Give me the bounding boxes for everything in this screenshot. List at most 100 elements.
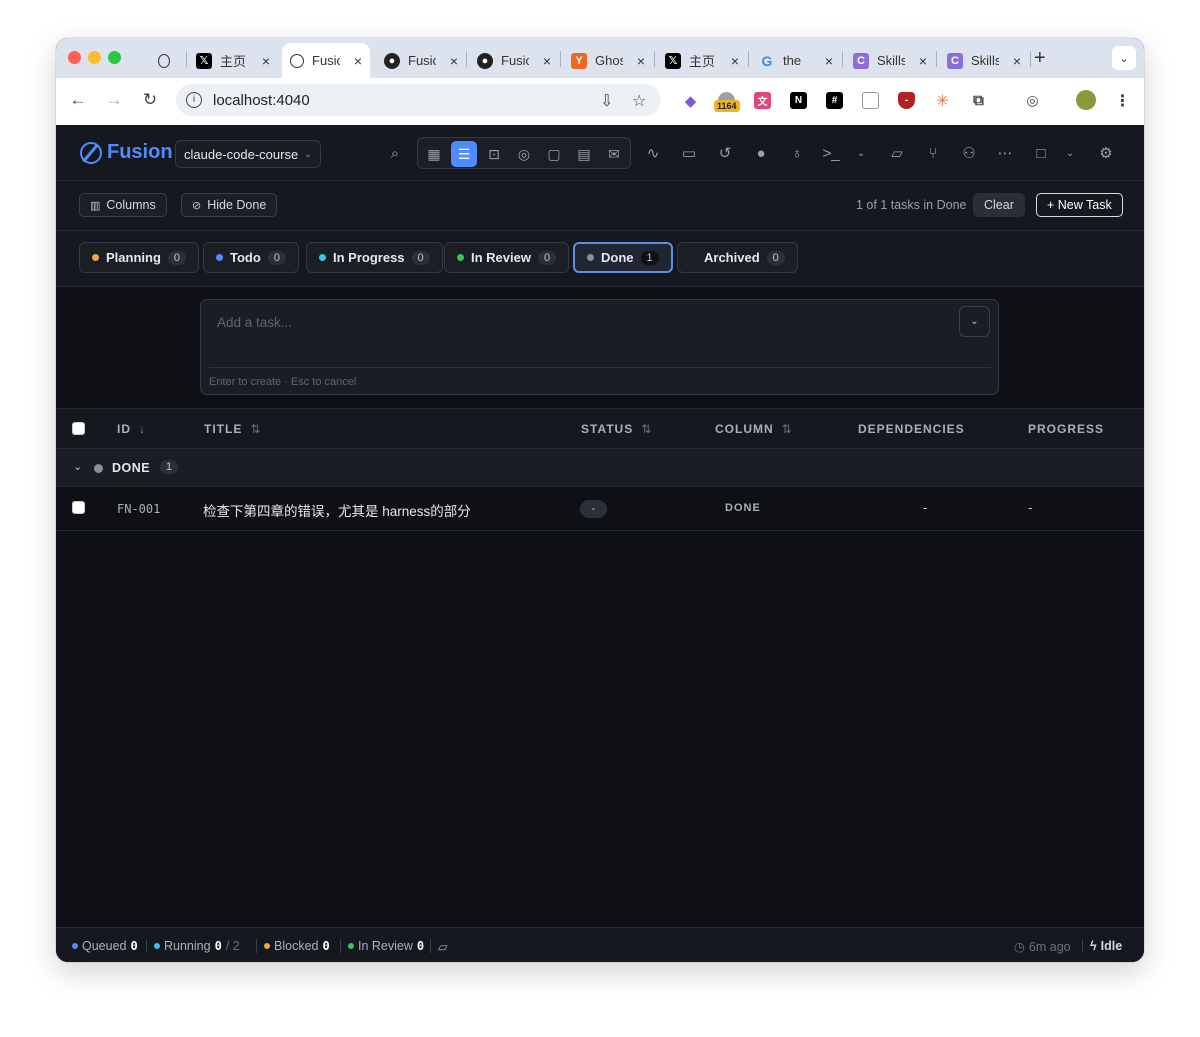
browser-menu-icon[interactable]: ⋮ <box>1114 92 1131 110</box>
goals-view-icon[interactable]: ◎ <box>511 141 537 167</box>
task-id[interactable]: FN-001 <box>117 502 160 516</box>
tab-close-icon[interactable]: × <box>731 53 739 69</box>
composer-hint: Enter to create · Esc to cancel <box>209 376 357 388</box>
tab-in-review[interactable]: In Review 0 <box>444 242 570 273</box>
extension-translate-icon[interactable]: 文 <box>754 92 771 109</box>
engine-state[interactable]: ϟ Idle <box>1090 939 1122 953</box>
project-selector[interactable]: claude-code-course ⌄ <box>175 140 321 168</box>
clear-filter-button[interactable]: Clear <box>973 193 1025 217</box>
activity-icon[interactable]: ∿ <box>644 144 662 162</box>
app-logo[interactable]: Fusion <box>107 141 173 164</box>
chevron-down-icon[interactable]: ⌄ <box>1061 144 1079 162</box>
eye-off-icon: ⊘ <box>192 199 202 212</box>
tab-done[interactable]: Done 1 <box>573 242 673 273</box>
table-row[interactable]: FN-001 检查下第四章的错误，尤其是 harness的部分 - DONE -… <box>56 487 1144 531</box>
filter-summary: 1 of 1 tasks in Done <box>856 198 967 212</box>
tab-close-icon[interactable]: × <box>450 53 458 69</box>
folder-icon[interactable]: ▱ <box>438 939 448 954</box>
extension-shield-icon[interactable]: - <box>898 92 915 109</box>
task-title[interactable]: 检查下第四章的错误，尤其是 harness的部分 <box>203 500 471 520</box>
agents-view-icon[interactable]: ⊡ <box>481 141 507 167</box>
settings-icon[interactable]: ⚙ <box>1097 144 1115 162</box>
tab-close-icon[interactable]: × <box>919 53 927 69</box>
tab-x-2[interactable]: 𝕏 主页 × <box>657 43 747 78</box>
tab-google[interactable]: G the × <box>751 43 841 78</box>
more-icon[interactable]: ⋯ <box>996 144 1014 162</box>
tab-close-icon[interactable]: × <box>354 53 362 69</box>
tab-close-icon[interactable]: × <box>1013 53 1021 69</box>
header-column[interactable]: COLUMN ⇅ <box>715 422 793 436</box>
git-branch-icon[interactable]: ⑂ <box>924 144 942 162</box>
tab-skills-2[interactable]: C Skills × <box>939 43 1029 78</box>
panel-icon[interactable]: □ <box>1032 144 1050 162</box>
minimize-window-button[interactable] <box>88 51 101 64</box>
chevron-down-icon[interactable]: ⌄ <box>73 460 82 473</box>
tab-planning[interactable]: Planning 0 <box>79 242 200 273</box>
header-id[interactable]: ID ↓ <box>117 422 146 436</box>
profile-avatar[interactable] <box>1076 90 1096 110</box>
columns-icon: ▥ <box>90 199 101 212</box>
monitor-icon[interactable]: ▭ <box>680 144 698 162</box>
tab-ghost[interactable]: Y Ghost × <box>563 43 653 78</box>
maximize-window-button[interactable] <box>108 51 121 64</box>
search-icon[interactable]: ⌕ <box>386 144 404 162</box>
tab-github-1[interactable]: ● Fusion × <box>376 43 466 78</box>
terminal-icon[interactable]: >_ <box>822 144 840 162</box>
quick-add-task[interactable]: Add a task... ⌄ Enter to create · Esc to… <box>200 299 999 395</box>
url-text[interactable]: localhost:4040 <box>213 92 310 109</box>
install-app-icon[interactable]: ⇩ <box>600 91 613 111</box>
address-bar[interactable]: i localhost:4040 ⇩ ☆ <box>176 84 661 116</box>
options-dropdown-button[interactable]: ⌄ <box>959 306 990 337</box>
extension-crystal-icon[interactable]: ◆ <box>682 92 699 110</box>
extension-notion-icon[interactable]: N <box>790 92 807 109</box>
history-icon[interactable]: ↺ <box>716 144 734 162</box>
row-checkbox[interactable] <box>72 501 85 514</box>
tab-skills-1[interactable]: C Skills × <box>845 43 935 78</box>
site-info-icon[interactable]: i <box>186 92 202 108</box>
task-input-placeholder[interactable]: Add a task... <box>217 315 292 330</box>
select-all-checkbox[interactable] <box>72 422 85 435</box>
lightbulb-icon[interactable]: ♁ <box>788 144 806 162</box>
board-view-icon[interactable]: ▦ <box>421 141 447 167</box>
bookmark-star-icon[interactable]: ☆ <box>632 91 646 111</box>
tab-in-progress[interactable]: In Progress 0 <box>306 242 443 273</box>
mail-view-icon[interactable]: ✉ <box>601 141 627 167</box>
header-status[interactable]: STATUS ⇅ <box>581 422 652 436</box>
chat-view-icon[interactable]: ▢ <box>541 141 567 167</box>
tab-close-icon[interactable]: × <box>262 53 270 69</box>
tab-search-button[interactable]: ⌄ <box>1112 46 1136 70</box>
new-task-button[interactable]: + New Task <box>1036 193 1123 217</box>
header-title[interactable]: TITLE ⇅ <box>204 422 261 436</box>
tab-fusion-active[interactable]: Fusion × <box>282 43 370 78</box>
columns-button[interactable]: ▥ Columns <box>79 193 167 217</box>
tab-close-icon[interactable]: × <box>637 53 645 69</box>
tab-x-1[interactable]: 𝕏 主页 × <box>188 43 278 78</box>
tab-close-icon[interactable]: × <box>543 53 551 69</box>
workflow-icon[interactable]: ⚇ <box>960 144 978 162</box>
tab-pinned[interactable] <box>150 43 186 78</box>
folder-icon[interactable]: ▱ <box>888 144 906 162</box>
back-icon[interactable]: ← <box>68 90 88 110</box>
hide-done-button[interactable]: ⊘ Hide Done <box>181 193 278 217</box>
close-window-button[interactable] <box>68 51 81 64</box>
extensions-puzzle-icon[interactable]: ⧉ <box>970 92 987 109</box>
extension-claude-icon[interactable]: ✳ <box>934 92 951 110</box>
extension-doc-icon[interactable] <box>862 92 879 109</box>
status-dot <box>348 943 354 949</box>
tab-close-icon[interactable]: × <box>825 53 833 69</box>
reload-icon[interactable]: ↻ <box>140 90 160 110</box>
extension-hash-icon[interactable]: # <box>826 92 843 109</box>
x-icon: 𝕏 <box>196 52 212 69</box>
status-badge: - <box>580 500 607 518</box>
docs-view-icon[interactable]: ▤ <box>571 141 597 167</box>
forward-icon[interactable]: → <box>104 90 124 110</box>
screenshot-icon[interactable]: ◎ <box>1024 92 1041 109</box>
group-header-done[interactable]: ⌄ DONE 1 <box>56 449 1144 487</box>
chevron-down-icon[interactable]: ⌄ <box>852 144 870 162</box>
tab-todo[interactable]: Todo 0 <box>203 242 299 273</box>
tab-archived[interactable]: Archived 0 <box>677 242 798 273</box>
github-icon[interactable]: ● <box>752 144 770 162</box>
new-tab-button[interactable]: + <box>1034 47 1046 70</box>
tab-github-2[interactable]: ● Fusion × <box>469 43 559 78</box>
list-view-icon[interactable]: ☰ <box>451 141 477 167</box>
